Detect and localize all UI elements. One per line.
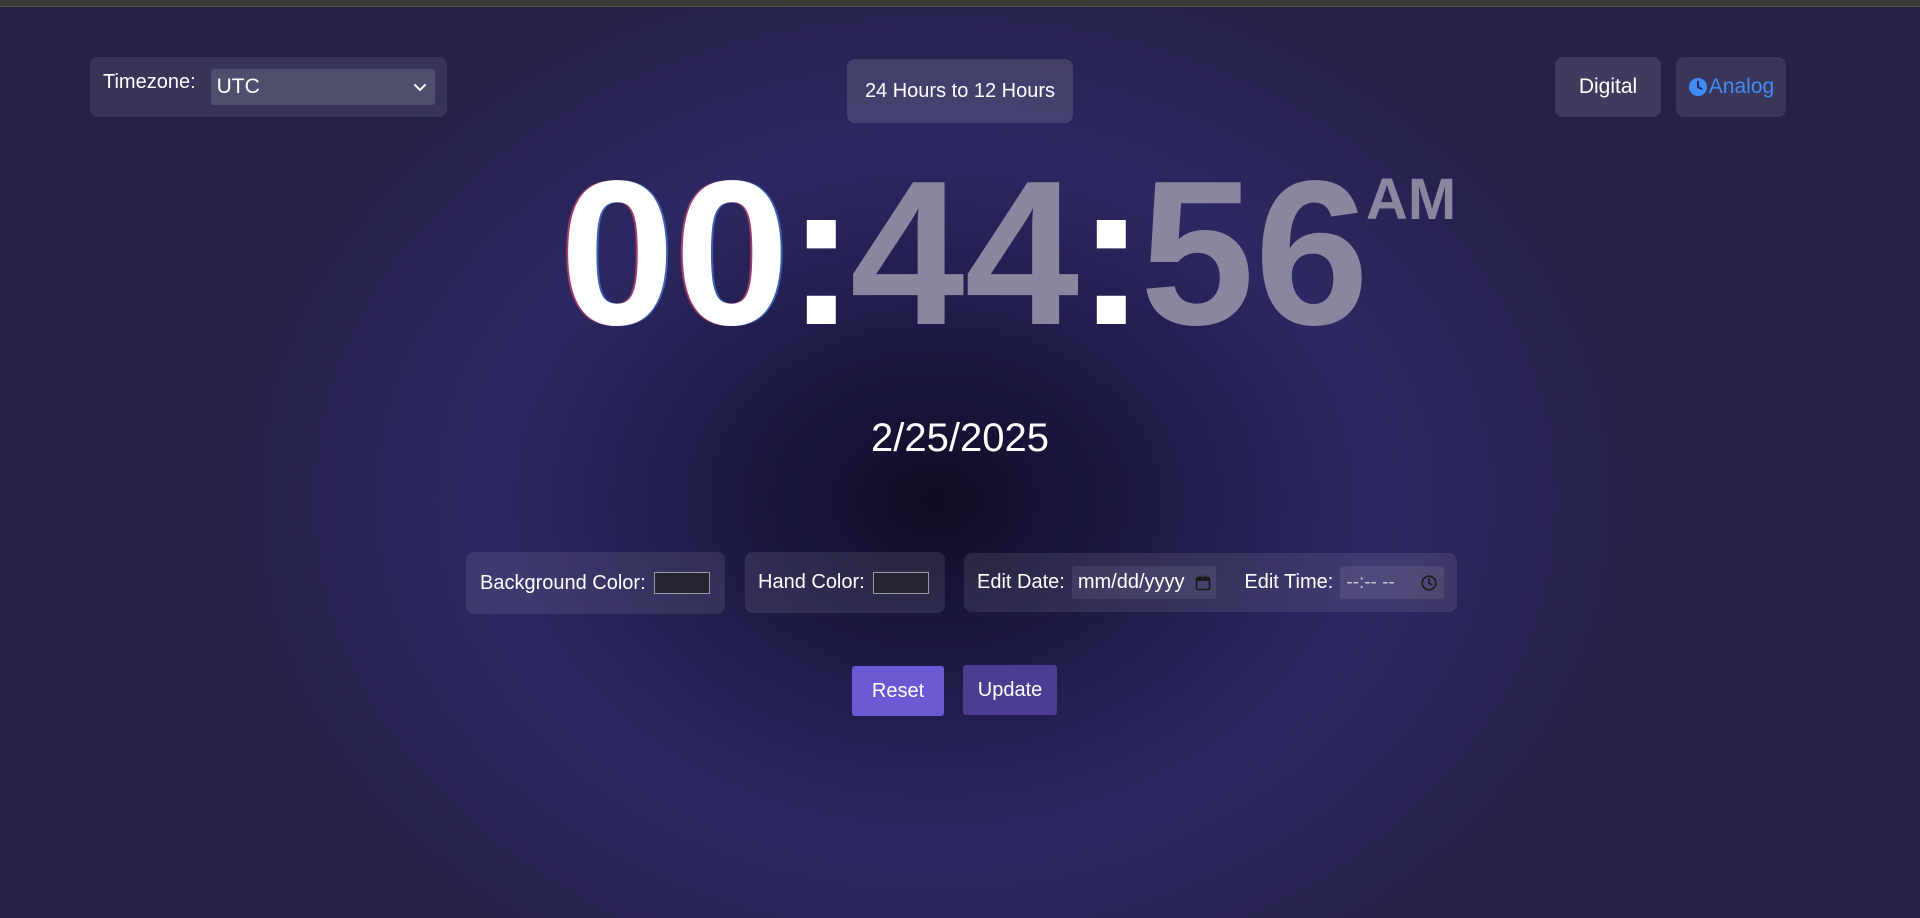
edit-time-placeholder: --:-- --: [1346, 571, 1395, 593]
calendar-icon[interactable]: [1194, 574, 1212, 592]
digital-view-button[interactable]: Digital: [1555, 57, 1661, 117]
analog-view-button[interactable]: Analog: [1676, 57, 1786, 117]
background-color-label: Background Color:: [480, 571, 646, 594]
hour-format-toggle-label: 24 Hours to 12 Hours: [864, 79, 1056, 102]
background-color-panel: Background Color:: [466, 552, 725, 614]
hand-color-picker[interactable]: [872, 571, 929, 594]
hour-format-toggle-button[interactable]: 24 Hours to 12 Hours: [847, 59, 1073, 123]
hand-color-label: Hand Color:: [758, 571, 865, 593]
background-color-picker[interactable]: [653, 572, 710, 594]
update-button-label: Update: [977, 678, 1043, 701]
reset-button-label: Reset: [871, 679, 925, 702]
clock-period: AM: [1366, 167, 1457, 232]
hand-color-panel: Hand Color:: [745, 552, 945, 613]
clock-separator: :: [787, 138, 856, 368]
clock-hours: 00: [560, 138, 790, 368]
reset-button[interactable]: Reset: [852, 666, 944, 716]
timezone-panel: Timezone: UTC: [90, 57, 447, 117]
clock-separator: :: [1077, 138, 1146, 368]
chevron-down-icon: [414, 84, 426, 91]
timezone-selected-value: UTC: [216, 75, 260, 98]
edit-time-label: Edit Time:: [1244, 571, 1334, 593]
clock-seconds: 56: [1140, 138, 1370, 368]
clock-minutes: 44: [850, 138, 1080, 368]
edit-date-input[interactable]: mm/dd/yyyy: [1071, 566, 1217, 599]
time-icon[interactable]: [1420, 574, 1438, 592]
edit-datetime-panel: Edit Date: mm/dd/yyyy Edit Time: --:-- -…: [964, 553, 1457, 612]
current-date: 2/25/2025: [871, 416, 1049, 460]
window-top-strip: [0, 0, 1920, 7]
update-button[interactable]: Update: [963, 665, 1057, 715]
timezone-label: Timezone:: [103, 70, 196, 93]
clock-icon: [1688, 78, 1707, 96]
timezone-select[interactable]: UTC: [210, 69, 435, 105]
edit-time-input[interactable]: --:-- --: [1340, 566, 1444, 599]
analog-view-label: Analog: [1708, 75, 1775, 98]
edit-date-placeholder: mm/dd/yyyy: [1077, 571, 1185, 593]
edit-date-label: Edit Date:: [977, 571, 1065, 593]
digital-view-label: Digital: [1578, 75, 1638, 98]
